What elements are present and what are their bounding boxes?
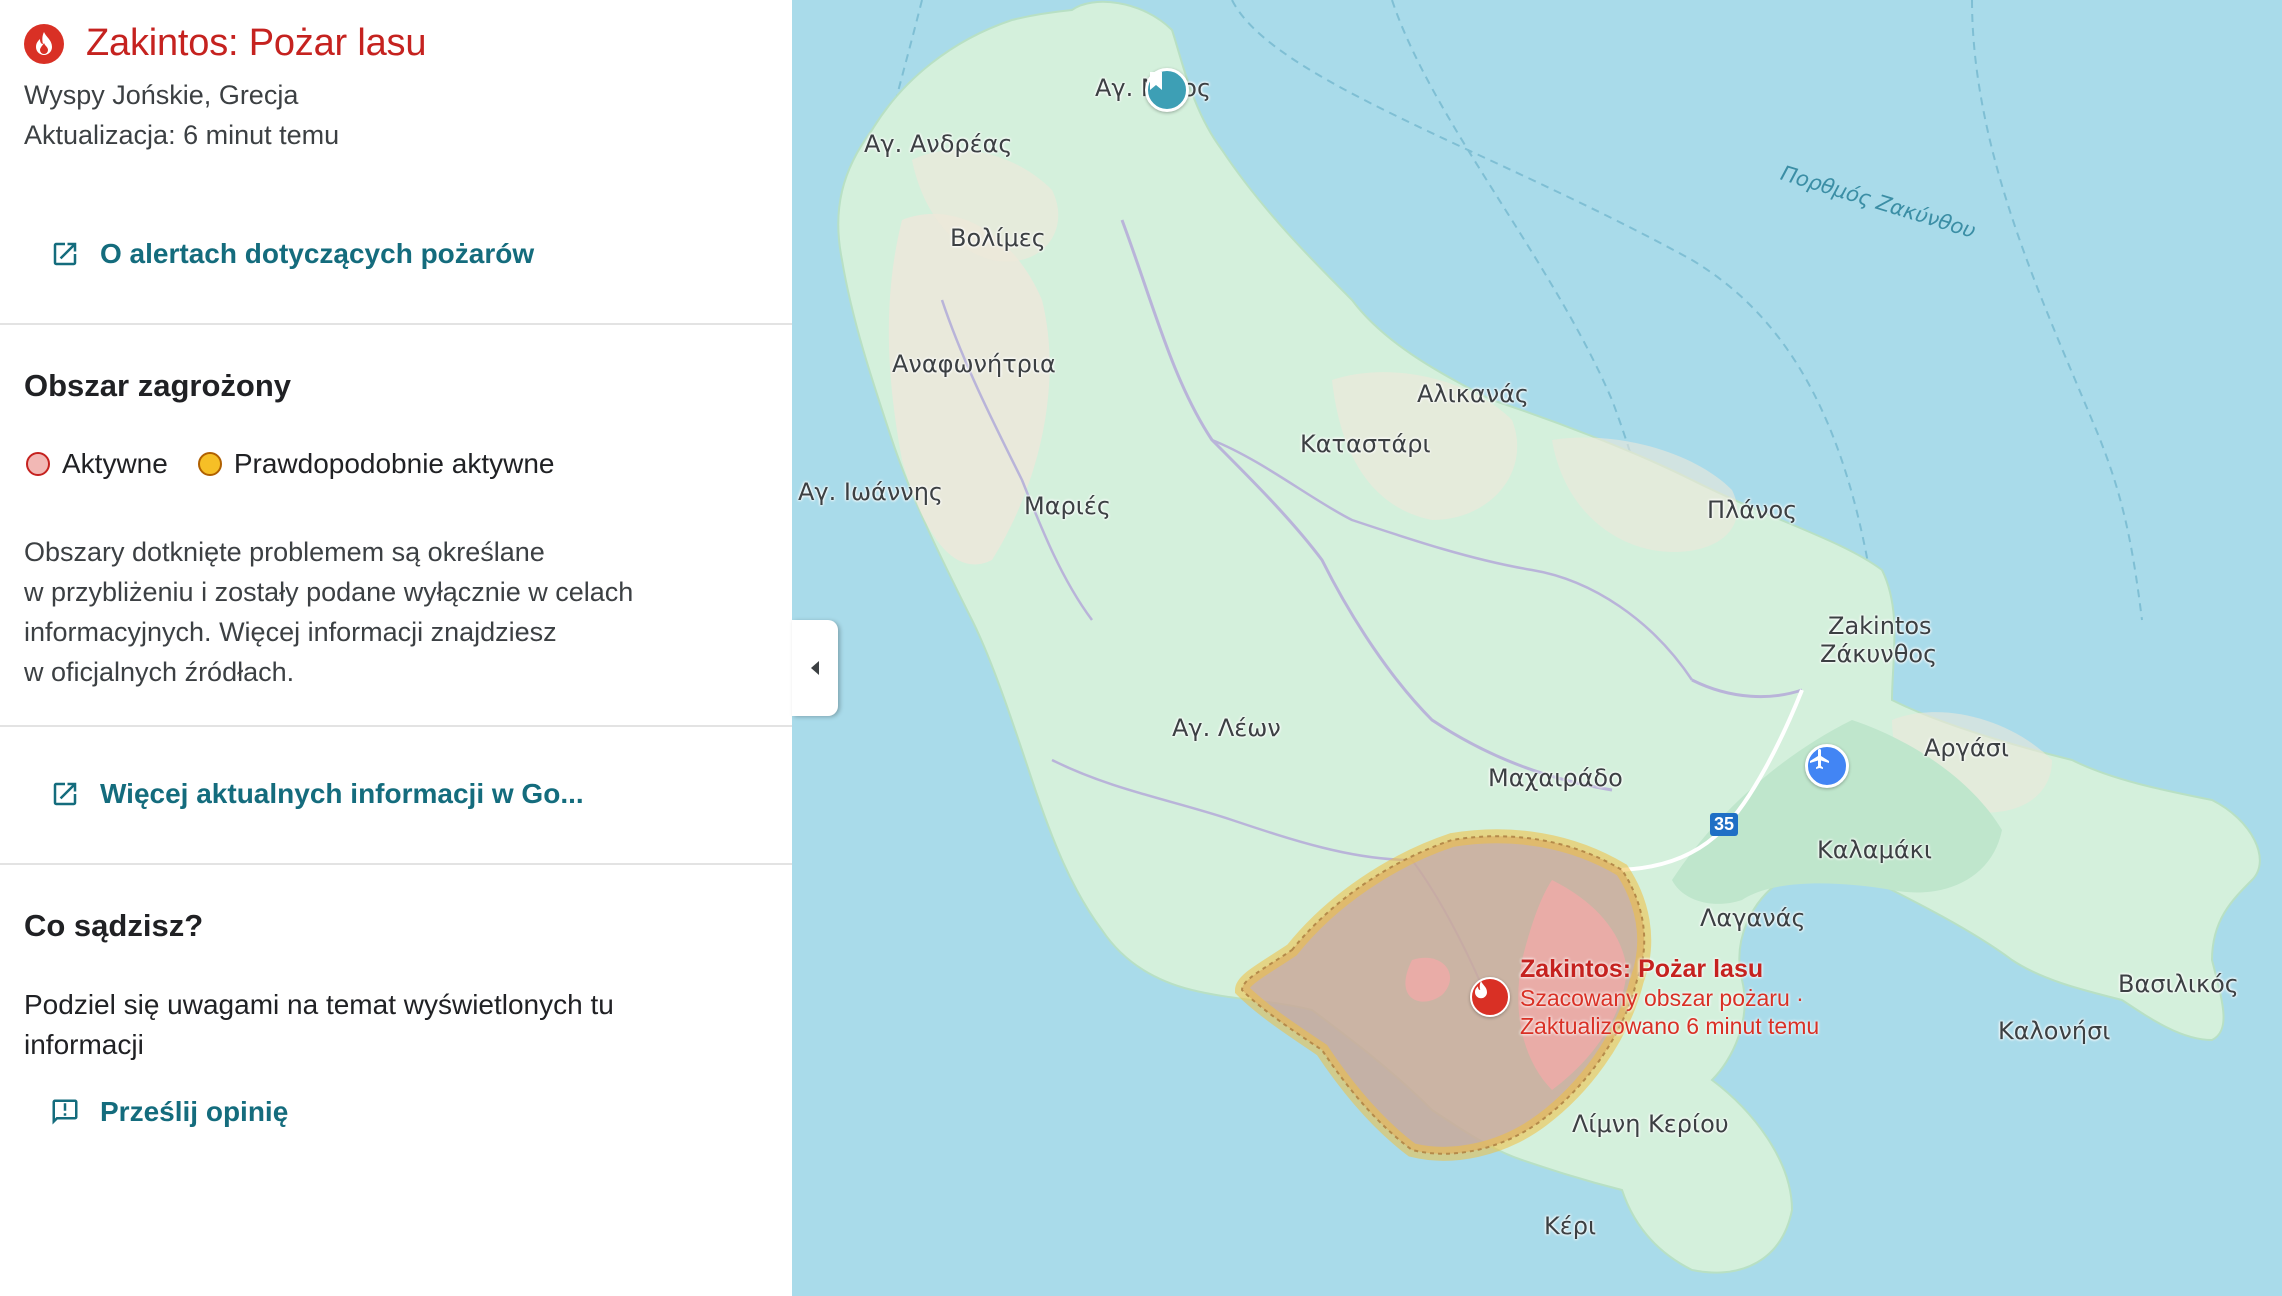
place-katastari[interactable]: Καταστάρι <box>1300 430 1431 458</box>
active-dot <box>26 452 50 476</box>
place-maries[interactable]: Μαριές <box>1024 492 1111 520</box>
place-laganas[interactable]: Λαγανάς <box>1700 904 1806 932</box>
fire-label-title: Zakintos: Pożar lasu <box>1520 955 1764 983</box>
fire-map-label[interactable]: Zakintos: Pożar lasu Szacowany obszar po… <box>1520 955 1819 1040</box>
place-ag-ioannis[interactable]: Αγ. Ιωάννης <box>798 478 943 506</box>
likely-active-dot <box>197 452 222 476</box>
open-in-new-icon <box>53 782 77 806</box>
bookmark-pin[interactable] <box>1145 68 1189 112</box>
disclaimer-line: w oficjalnych źródłach. <box>24 657 295 687</box>
alert-title: Zakintos: Pożar lasu <box>86 22 427 64</box>
divider <box>0 863 792 865</box>
place-ag-andreas[interactable]: Αγ. Ανδρέας <box>864 130 1013 158</box>
legend: Aktywne Prawdopodobnie aktywne <box>26 448 555 480</box>
divider <box>0 323 792 325</box>
place-vasilikos[interactable]: Βασιλικός <box>2118 970 2239 998</box>
caret-left-icon <box>811 661 819 675</box>
bookmark-icon <box>1150 72 1162 90</box>
place-volimes[interactable]: Βολίμες <box>950 224 1046 252</box>
divider <box>0 725 792 727</box>
place-limni-keriou[interactable]: Λίμνη Κερίου <box>1572 1110 1729 1138</box>
fire-marker[interactable] <box>1470 977 1510 1017</box>
airplane-icon <box>1810 749 1829 769</box>
place-anafonitria[interactable]: Αναφωνήτρια <box>892 350 1056 378</box>
send-feedback-button[interactable]: Prześlij opinię <box>50 1096 288 1128</box>
place-zakynthos[interactable]: Ζάκυνθος <box>1820 640 1937 668</box>
collapse-panel-button[interactable] <box>792 620 838 716</box>
place-argasi[interactable]: Αργάσι <box>1924 734 2009 762</box>
place-kalonisi[interactable]: Καλονήσι <box>1998 1017 2110 1045</box>
side-panel: Zakintos: Pożar lasu Wyspy Jońskie, Grec… <box>0 0 792 1296</box>
send-feedback-label: Prześlij opinię <box>100 1096 289 1127</box>
disclaimer-line: Obszary dotknięte problemem są określane <box>24 537 545 567</box>
place-kalamaki[interactable]: Καλαμάκι <box>1817 836 1932 864</box>
feedback-line: informacji <box>24 1029 144 1060</box>
airport-pin[interactable] <box>1805 744 1849 788</box>
about-alerts-link[interactable]: O alertach dotyczących pożarów <box>50 238 534 270</box>
alert-header: Zakintos: Pożar lasu <box>24 22 426 65</box>
place-keri[interactable]: Κέρι <box>1544 1212 1596 1240</box>
road-number-badge: 35 <box>1710 813 1739 836</box>
disclaimer-line: informacyjnych. Więcej informacji znajdz… <box>24 617 557 647</box>
place-machairado[interactable]: Μαχαιράδο <box>1488 764 1623 792</box>
open-in-new-icon <box>53 242 77 266</box>
legend-active: Aktywne <box>62 448 168 479</box>
disclaimer-line: w przybliżeniu i zostały podane wyłączni… <box>24 577 634 607</box>
fire-label-line: Szacowany obszar pożaru · <box>1520 985 1804 1011</box>
map-canvas[interactable]: Πορθμός Ζακύνθου Αγ. Ν αος Αγ. Ανδρέας Β… <box>792 0 2282 1296</box>
legend-likely-active: Prawdopodobnie aktywne <box>233 448 555 479</box>
feedback-line: Podziel się uwagami na temat wyświetlony… <box>24 989 614 1020</box>
fire-icon <box>24 23 64 64</box>
place-alikanas[interactable]: Αλικανάς <box>1417 380 1529 408</box>
more-info-label: Więcej aktualnych informacji w Go... <box>100 778 584 809</box>
place-planos[interactable]: Πλάνος <box>1707 496 1797 524</box>
feedback-icon <box>52 1099 78 1125</box>
feedback-text: Podziel się uwagami na temat wyświetlony… <box>24 985 614 1065</box>
map-svg <box>837 0 2261 1274</box>
alert-updated: Aktualizacja: 6 minut temu <box>24 120 340 150</box>
alert-location: Wyspy Jońskie, Grecja <box>24 80 299 110</box>
feedback-heading: Co sądzisz? <box>24 908 204 943</box>
place-zakintos[interactable]: Zakintos <box>1828 612 1932 640</box>
fire-label-line: Zaktualizowano 6 minut temu <box>1520 1013 1820 1039</box>
fire-icon <box>1475 981 1487 999</box>
about-alerts-label: O alertach dotyczących pożarów <box>100 238 535 269</box>
disclaimer: Obszary dotknięte problemem są określane… <box>24 532 633 692</box>
more-info-link[interactable]: Więcej aktualnych informacji w Go... <box>50 778 584 810</box>
place-ag-leon[interactable]: Αγ. Λέων <box>1172 714 1281 742</box>
area-heading: Obszar zagrożony <box>24 368 291 403</box>
